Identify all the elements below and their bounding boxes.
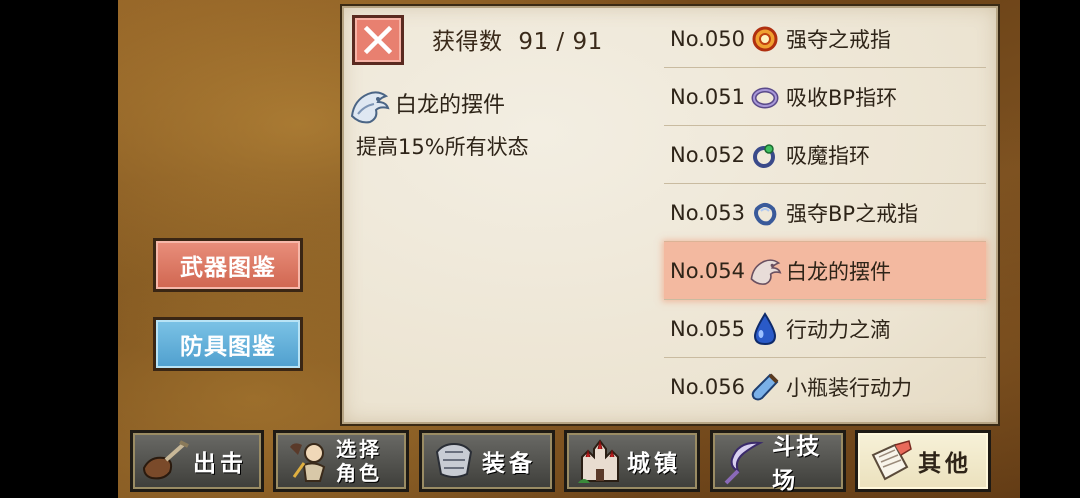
list-item[interactable]: No.053 强夺BP之戒指 [664,184,986,242]
nav-label-line1: 选择 [336,437,382,461]
item-name: 吸收BP指环 [786,85,898,110]
close-button[interactable] [352,15,404,65]
list-item[interactable]: No.051 吸收BP指环 [664,68,986,126]
armor-icon [426,436,482,486]
list-item[interactable]: No.055 行动力之滴 [664,300,986,358]
item-number: No.050 [670,26,745,51]
red-ring-icon [748,22,782,56]
nav-label: 其他 [918,451,972,477]
item-name: 白龙的摆件 [786,259,891,284]
item-number: No.052 [670,142,745,167]
left-letterbox [0,0,118,498]
item-name: 吸魔指环 [786,143,870,168]
item-name: 行动力之滴 [786,317,891,342]
weapon-codex-button[interactable]: 武器图鉴 [153,238,303,292]
nav-label: 城镇 [627,451,681,477]
potion-bottle-icon [748,370,782,404]
item-number: No.055 [670,316,745,341]
white-dragon-figurine-icon [348,86,390,130]
nav-label: 选择 角色 [336,437,382,485]
item-number: No.054 [670,258,745,283]
close-icon [363,25,393,55]
detail-item-name: 白龙的摆件 [395,93,506,118]
collection-count: 获得数 91 / 91 [432,22,603,56]
shovel-icon [137,436,193,486]
nav-other-button[interactable]: 其他 [855,430,991,492]
nav-label-line2: 角色 [336,461,382,485]
sickle-icon [717,436,772,486]
blue-ring-icon [748,196,782,230]
list-item[interactable]: No.056 小瓶装行动力 [664,358,986,416]
item-name: 强夺BP之戒指 [786,201,919,226]
item-number: No.051 [670,84,745,109]
blue-drop-icon [748,311,782,346]
nav-label: 装备 [482,451,536,477]
castle-icon [571,436,627,486]
white-dragon-figurine-icon [748,254,782,288]
nav-label: 斗技场 [772,434,821,494]
nav-sortie-button[interactable]: 出击 [130,430,264,492]
purple-ring-icon [748,80,782,114]
nav-label: 出击 [193,451,247,477]
right-letterbox [1020,0,1080,498]
detail-item-description: 提高15%所有状态 [356,135,529,159]
list-item[interactable]: No.050 强夺之戒指 [664,10,986,68]
nav-select-character-button[interactable]: 选择 角色 [273,430,409,492]
green-gem-ring-icon [748,138,782,172]
list-item-selected[interactable]: No.054 白龙的摆件 [664,242,986,300]
scroll-icon [862,436,918,486]
item-list: No.050 强夺之戒指 No.051 吸收BP指环 No.052 吸魔指环 N… [664,10,986,416]
item-name: 强夺之戒指 [786,27,891,52]
count-value: 91 / 91 [518,29,603,55]
nav-arena-button[interactable]: 斗技场 [710,430,846,494]
item-number: No.056 [670,375,745,399]
character-icon [280,436,336,486]
item-number: No.053 [670,200,745,225]
item-name: 小瓶装行动力 [786,376,912,400]
nav-town-button[interactable]: 城镇 [564,430,700,492]
armor-codex-button[interactable]: 防具图鉴 [153,317,303,371]
count-label: 获得数 [432,29,503,55]
list-item[interactable]: No.052 吸魔指环 [664,126,986,184]
nav-equip-button[interactable]: 装备 [419,430,555,492]
